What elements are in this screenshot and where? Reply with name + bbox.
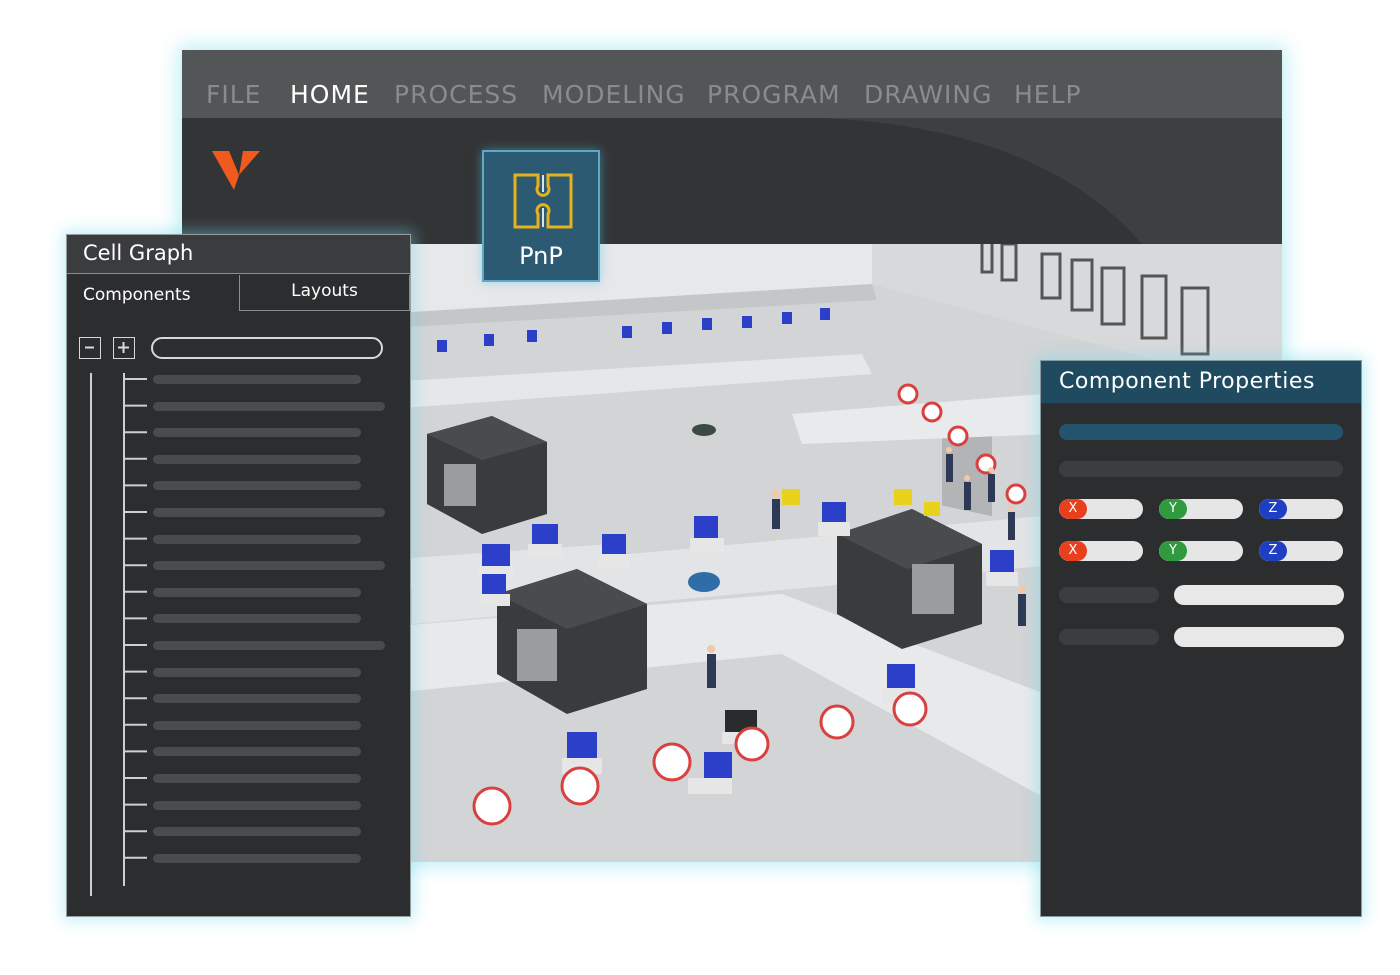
z-axis-chip: Z [1259,541,1287,561]
tree-item[interactable] [153,694,361,704]
menu-modeling[interactable]: MODELING [542,80,686,109]
plus-icon [118,342,129,353]
tree-item[interactable] [153,827,361,837]
tree-item[interactable] [153,641,385,650]
puzzle-piece-icon [513,173,573,229]
component-properties-title: Component Properties [1059,369,1315,394]
tree-item[interactable] [153,774,361,783]
tree-item[interactable] [153,454,361,464]
cell-graph-title-bar: Cell Graph [67,235,410,274]
menu-drawing[interactable]: DRAWING [864,80,993,109]
tree-item[interactable] [153,561,385,571]
cell-graph-panel: Cell Graph Components Layouts [66,234,411,917]
z-axis-chip: Z [1259,499,1287,519]
tree-item[interactable] [153,587,361,597]
pnp-label: PnP [519,242,563,270]
x-axis-chip: X [1059,541,1087,561]
y-axis-chip: Y [1159,541,1187,561]
tree-item[interactable] [153,481,361,491]
property-type-field[interactable] [1059,461,1343,477]
y-field[interactable]: Y [1159,541,1243,561]
tree-connector-lines [90,373,147,896]
menu-process[interactable]: PROCESS [394,80,518,109]
collapse-all-button[interactable] [79,337,101,359]
property-name-field[interactable] [1059,424,1343,440]
tree-item[interactable] [153,375,361,384]
minus-icon [85,346,94,349]
tab-components[interactable]: Components [67,275,239,311]
property-value-field[interactable] [1174,585,1344,605]
tab-components-label: Components [83,285,191,305]
ribbon-background [822,118,1282,244]
menu-file[interactable]: FILE [206,80,261,109]
tab-layouts[interactable]: Layouts [239,275,410,311]
menu-bar: FILE HOME PROCESS MODELING PROGRAM DRAWI… [182,50,1282,118]
tree-item[interactable] [153,800,361,810]
z-field[interactable]: Z [1259,499,1343,519]
tree-item[interactable] [153,720,361,730]
menu-program[interactable]: PROGRAM [707,80,841,109]
x-field[interactable]: X [1059,541,1143,561]
pnp-button[interactable]: PnP [482,150,600,282]
tree-item[interactable] [153,667,361,677]
tree-item[interactable] [153,401,385,411]
z-field[interactable]: Z [1259,541,1343,561]
x-field[interactable]: X [1059,499,1143,519]
tree-item[interactable] [153,853,361,863]
expand-all-button[interactable] [113,337,135,359]
property-label [1059,629,1159,645]
y-field[interactable]: Y [1159,499,1243,519]
property-label [1059,587,1159,603]
menu-home[interactable]: HOME [290,80,370,109]
ribbon [182,118,1282,244]
tree-item[interactable] [153,508,385,517]
x-axis-chip: X [1059,499,1087,519]
y-axis-chip: Y [1159,499,1187,519]
tree-item[interactable] [153,534,361,544]
cell-graph-title: Cell Graph [83,241,194,265]
tab-layouts-label: Layouts [291,281,358,301]
visual-components-logo-icon [212,151,260,190]
tree-item[interactable] [153,428,361,438]
component-properties-title-bar: Component Properties [1041,361,1361,403]
menu-help[interactable]: HELP [1014,80,1082,109]
cell-graph-search-input[interactable] [151,337,383,359]
property-value-field[interactable] [1174,627,1344,647]
tree-item[interactable] [153,747,361,757]
tree-item[interactable] [153,614,361,624]
component-properties-panel: Component Properties X Y Z X Y Z [1040,360,1362,917]
